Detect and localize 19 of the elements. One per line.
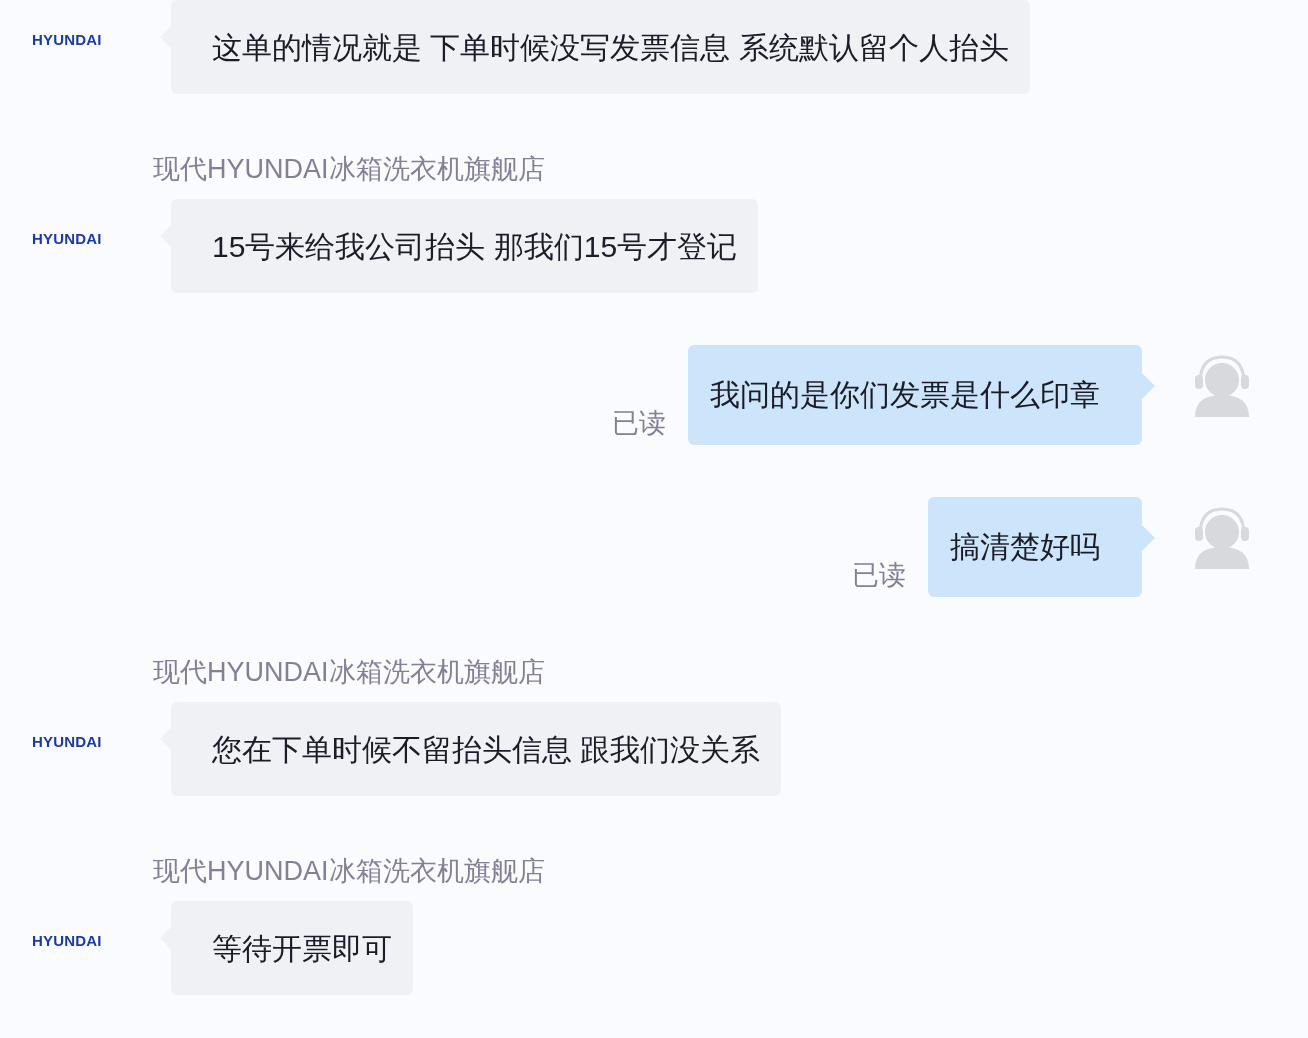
avatar-icon	[1192, 505, 1252, 571]
message-bubble: 我问的是你们发票是什么印章	[688, 345, 1142, 445]
brand-logo: HYUNDAI	[32, 229, 102, 249]
read-status: 已读	[612, 406, 666, 440]
sender-name: 现代HYUNDAI冰箱洗衣机旗舰店	[153, 856, 546, 886]
bubble-tail	[1142, 525, 1155, 551]
message-bubble: 15号来给我公司抬头 那我们15号才登记	[171, 199, 759, 293]
bubble-tail	[1142, 373, 1155, 399]
brand-logo: HYUNDAI	[32, 732, 102, 752]
message-bubble: 您在下单时候不留抬头信息 跟我们没关系	[171, 702, 782, 796]
sender-name: 现代HYUNDAI冰箱洗衣机旗舰店	[153, 657, 546, 687]
brand-logo: HYUNDAI	[32, 931, 102, 951]
message-bubble: 等待开票即可	[171, 901, 413, 995]
read-status: 已读	[852, 558, 906, 592]
message-bubble: 这单的情况就是 下单时候没写发票信息 系统默认留个人抬头	[171, 0, 1030, 94]
sender-name: 现代HYUNDAI冰箱洗衣机旗舰店	[153, 154, 546, 184]
brand-logo: HYUNDAI	[32, 30, 102, 50]
message-bubble: 搞清楚好吗	[928, 497, 1142, 597]
avatar-icon	[1192, 353, 1252, 419]
